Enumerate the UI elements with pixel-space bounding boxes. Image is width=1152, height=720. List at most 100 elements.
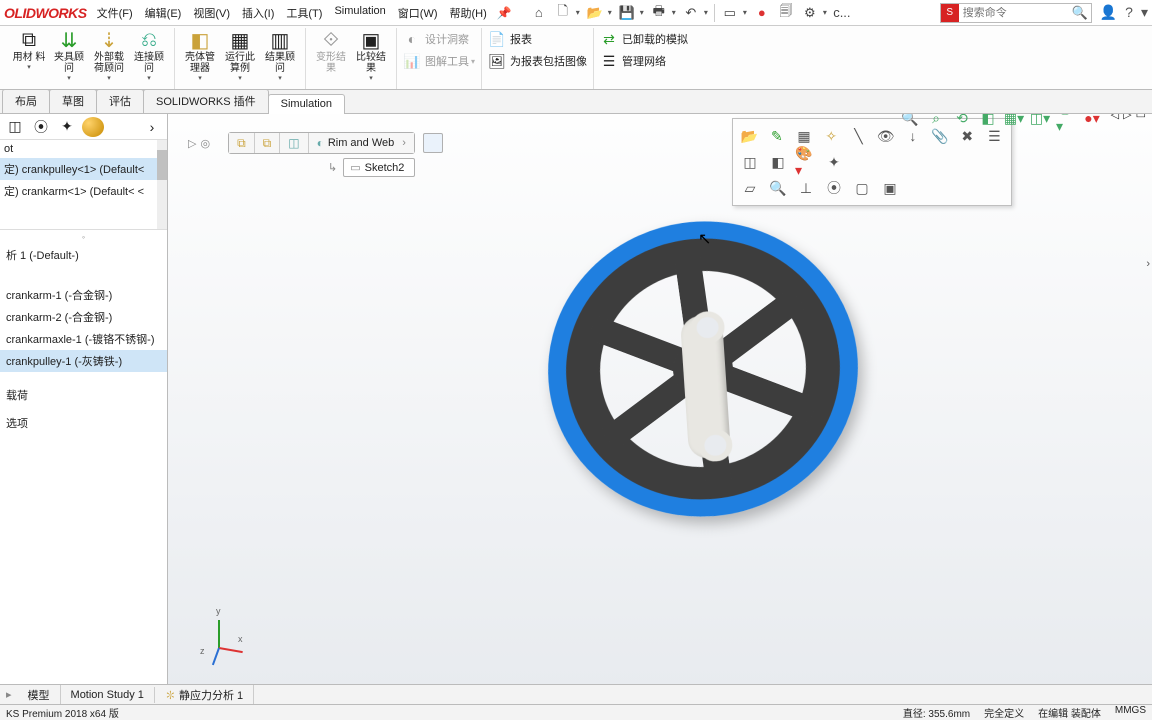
hud-prev-icon[interactable]: ⟲: [952, 114, 972, 128]
ctx-trans-icon[interactable]: ✦: [823, 152, 845, 172]
hud-hide-icon[interactable]: 👁▾: [1056, 114, 1076, 128]
ctx-list-icon[interactable]: ☰: [984, 126, 1005, 146]
btab-nav-icon[interactable]: ▸: [0, 688, 18, 701]
bc-seg-part[interactable]: ⧉: [255, 133, 281, 153]
menu-simulation[interactable]: Simulation: [334, 5, 385, 21]
menu-view[interactable]: 视图(V): [193, 5, 230, 21]
ctx-show-icon[interactable]: 👁: [875, 126, 896, 146]
rbtn-compare[interactable]: ▣比较结 果▾: [352, 28, 390, 82]
tab-sketch[interactable]: 草图: [49, 89, 97, 113]
menu-file[interactable]: 文件(F): [97, 5, 133, 21]
study-tail[interactable]: 选项: [0, 412, 167, 434]
fm-tab-2-icon[interactable]: ⦿: [30, 117, 52, 137]
hud-zoomarea-icon[interactable]: ⌕: [926, 114, 946, 128]
menu-tools[interactable]: 工具(T): [286, 5, 322, 21]
ctx-edit-icon[interactable]: ✎: [766, 126, 787, 146]
open-icon[interactable]: 📂: [586, 4, 604, 22]
search-icon[interactable]: 🔍: [1069, 5, 1091, 21]
print-icon[interactable]: 🖶: [650, 4, 668, 22]
help-icon[interactable]: ?: [1125, 4, 1133, 21]
rbtn-report[interactable]: 📄报表: [488, 28, 532, 50]
rbtn-material[interactable]: ⧉用材 料▾: [10, 28, 48, 82]
study-part[interactable]: crankarmaxle-1 (-镀铬不锈钢-): [0, 328, 167, 350]
user-icon[interactable]: 👤: [1100, 4, 1117, 21]
taskpane-min-icon[interactable]: ▭: [1136, 114, 1146, 121]
study-tail[interactable]: 载荷: [0, 384, 167, 406]
ctx-open-icon[interactable]: 📂: [739, 126, 760, 146]
menu-insert[interactable]: 插入(I): [242, 5, 274, 21]
study-tree[interactable]: 析 1 (-Default-) crankarm-1 (-合金钢-) crank…: [0, 244, 167, 690]
ctx-mate-icon[interactable]: ✧: [821, 126, 842, 146]
search-input[interactable]: [959, 7, 1069, 19]
fm-tree[interactable]: ot 定) crankpulley<1> (Default< 定) cranka…: [0, 140, 167, 230]
hud-appear-icon[interactable]: ●▾: [1082, 114, 1102, 128]
bc-flag-icon[interactable]: ▷: [188, 137, 196, 150]
fm-tab-3-icon[interactable]: ✦: [56, 117, 78, 137]
rbtn-run[interactable]: ▦运行此 算例▾: [221, 28, 259, 82]
select-icon[interactable]: ▭: [721, 4, 739, 22]
rbtn-shell[interactable]: ◧壳体管 理器▾: [181, 28, 219, 82]
bc-seg-feature[interactable]: ◐Rim and Web›: [309, 133, 414, 153]
tab-layout[interactable]: 布局: [2, 89, 50, 113]
rbtn-fixture[interactable]: ⇊夹具顾 问▾: [50, 28, 88, 82]
study-part-selected[interactable]: crankpulley-1 (-灰铸铁-): [0, 350, 167, 372]
ctx-box2-icon[interactable]: ▣: [879, 178, 901, 198]
menu-edit[interactable]: 编辑(E): [145, 5, 182, 21]
ctx-config-icon[interactable]: ▦: [793, 126, 814, 146]
fm-tree-item[interactable]: 定) crankarm<1> (Default< <: [0, 180, 167, 202]
bc-seg-assembly[interactable]: ⧉: [229, 133, 255, 153]
study-part[interactable]: crankarm-2 (-合金钢-): [0, 306, 167, 328]
new-icon[interactable]: 🗋: [554, 4, 572, 22]
btab-study[interactable]: ✽ 静应力分析 1: [155, 685, 254, 705]
view-triad[interactable]: y x z: [198, 610, 248, 660]
tab-evaluate[interactable]: 评估: [96, 89, 144, 113]
ctx-suppress-icon[interactable]: ◧: [767, 152, 789, 172]
rbtn-results[interactable]: ▥结果顾 问▾: [261, 28, 299, 82]
taskpane-next-icon[interactable]: ▷: [1123, 114, 1131, 121]
ctx-x-icon[interactable]: ✖: [957, 126, 978, 146]
settings-icon[interactable]: ⚙: [801, 4, 819, 22]
rbtn-load[interactable]: ⇣外部载 荷顾问▾: [90, 28, 128, 82]
rbtn-offloaded[interactable]: ⇄已卸载的模拟: [600, 28, 688, 50]
bc-target-icon[interactable]: ◎: [200, 137, 210, 150]
extra-icon[interactable]: c...: [833, 4, 851, 22]
ctx-box1-icon[interactable]: ▢: [851, 178, 873, 198]
undo-icon[interactable]: ↶: [682, 4, 700, 22]
ctx-color-icon[interactable]: 🎨▾: [795, 152, 817, 172]
ctx-line-icon[interactable]: ╲: [848, 126, 869, 146]
menu-window[interactable]: 窗口(W): [398, 5, 438, 21]
hud-section-icon[interactable]: ◧: [978, 114, 998, 128]
rbtn-connection[interactable]: ⎌连接顾 问▾: [130, 28, 168, 82]
rebuild-icon[interactable]: ●: [753, 4, 771, 22]
ctx-origin-icon[interactable]: ⦿: [823, 178, 845, 198]
home-icon[interactable]: ⌂: [530, 4, 548, 22]
ctx-arrow-icon[interactable]: ↓: [902, 126, 923, 146]
rbtn-manage-net[interactable]: ☰管理网络: [600, 50, 666, 72]
fm-tab-4-icon[interactable]: [82, 117, 104, 137]
menu-help[interactable]: 帮助(H): [450, 5, 487, 21]
study-part[interactable]: crankarm-1 (-合金钢-): [0, 284, 167, 306]
rbtn-report-img[interactable]: 🖼为报表包括图像: [488, 50, 587, 72]
graphics-viewport[interactable]: 🔍 ⌕ ⟲ ◧ ▦▾ ◫▾ 👁▾ ●▾ ◁ ▷ ▭ 📂 ✎ ▦ ✧ ╲: [168, 114, 1152, 690]
options-icon[interactable]: 🗐: [777, 4, 795, 22]
sketch-pill[interactable]: ▭Sketch2: [343, 158, 415, 177]
fm-tree-item[interactable]: 定) crankpulley<1> (Default<: [0, 158, 167, 180]
btab-model[interactable]: 模型: [18, 685, 61, 705]
fm-tab-1-icon[interactable]: ◫: [4, 117, 26, 137]
ctx-iso-icon[interactable]: ◫: [739, 152, 761, 172]
tab-addins[interactable]: SOLIDWORKS 插件: [143, 89, 269, 113]
panel-expand-icon[interactable]: ›: [1146, 258, 1150, 270]
study-node[interactable]: 析 1 (-Default-): [0, 244, 167, 266]
hud-view-icon[interactable]: ▦▾: [1004, 114, 1024, 128]
fm-expand-icon[interactable]: ›: [141, 117, 163, 137]
ctx-clip-icon[interactable]: 📎: [929, 126, 950, 146]
save-icon[interactable]: 💾: [618, 4, 636, 22]
status-units[interactable]: MMGS: [1115, 705, 1146, 720]
bc-seg-body[interactable]: ◫: [280, 133, 308, 153]
taskpane-prev-icon[interactable]: ◁: [1111, 114, 1119, 121]
hud-display-icon[interactable]: ◫▾: [1030, 114, 1050, 128]
ctx-axis-icon[interactable]: ⊥: [795, 178, 817, 198]
btab-motion[interactable]: Motion Study 1: [61, 687, 155, 703]
hud-zoomfit-icon[interactable]: 🔍: [900, 114, 920, 128]
ctx-normal-icon[interactable]: ▱: [739, 178, 761, 198]
